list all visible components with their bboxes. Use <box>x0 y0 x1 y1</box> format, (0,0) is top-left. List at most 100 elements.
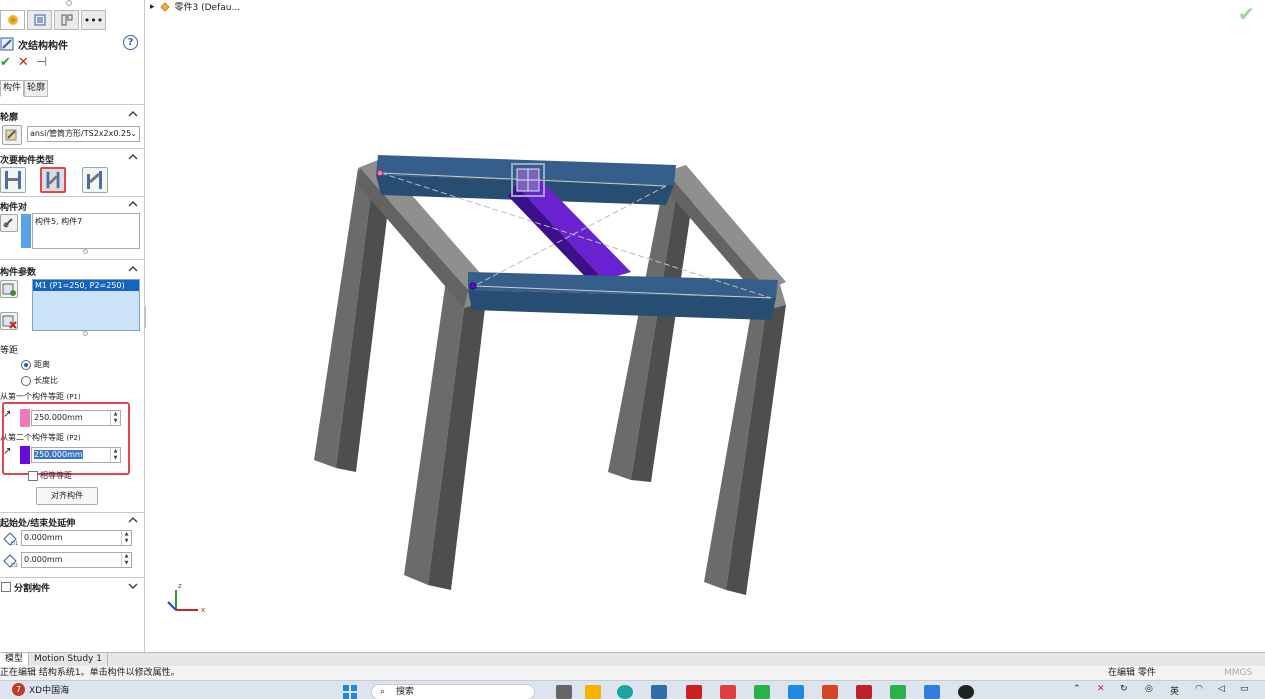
divider <box>0 196 144 197</box>
split-member-checkbox[interactable] <box>1 582 11 592</box>
p2-endpoint[interactable] <box>469 282 477 290</box>
store-icon[interactable] <box>651 685 667 699</box>
start-extend-input[interactable]: 0.000mm ▲ ▼ <box>21 530 132 546</box>
edge-browser-icon[interactable] <box>617 685 633 699</box>
profile-section-title: 轮廓 <box>0 113 19 123</box>
between-members-icon <box>5 171 21 189</box>
panel-resize-grip[interactable] <box>66 0 72 6</box>
leg-front-right[interactable] <box>704 278 786 595</box>
offset-highlight-box <box>2 402 130 475</box>
member-pair-list[interactable]: 构件5, 构件7 <box>32 213 140 249</box>
feature-manager-tab[interactable] <box>0 10 25 30</box>
profile-select[interactable]: ansi/管筒方形/TS2x2x0.25 ⌄ <box>27 126 140 142</box>
configuration-manager-tab[interactable] <box>54 10 79 30</box>
photos-icon[interactable] <box>924 685 940 699</box>
add-member-icon[interactable] <box>0 280 18 298</box>
taskbar-search-box[interactable]: ⌕ 搜索 <box>371 684 535 699</box>
point-member-icon <box>87 171 102 189</box>
status-bar: 正在编辑 结构系统1。单击构件以修改属性。 在编辑 零件 MMGS <box>0 666 1265 680</box>
p1-endpoint[interactable] <box>376 169 384 177</box>
spin-arrows-icon[interactable]: ▲ ▼ <box>121 553 131 567</box>
end-extend-d2-icon: D2 <box>3 554 18 569</box>
collapse-caret-icon[interactable] <box>128 109 138 119</box>
ok-check-icon[interactable]: ✔ <box>0 55 11 71</box>
taskbar-search-placeholder: 搜索 <box>396 687 415 697</box>
weather-badge: 7 <box>12 683 25 696</box>
align-members-button[interactable]: 对齐构件 <box>36 487 98 505</box>
extend-section-title: 起始处/结束处延伸 <box>0 519 76 529</box>
property-list-icon <box>34 14 45 26</box>
help-button[interactable]: ? <box>123 35 138 50</box>
between-members-type-button[interactable] <box>0 167 26 193</box>
3d-model[interactable]: z x <box>146 0 1265 652</box>
status-units[interactable]: MMGS <box>1224 666 1252 680</box>
collapse-caret-icon[interactable] <box>128 264 138 274</box>
member-params-selected-item[interactable]: M1 (P1=250, P2=250) <box>33 280 139 291</box>
member-select-icon[interactable] <box>0 214 18 232</box>
weather-text: XD中国海 <box>29 686 70 696</box>
offset-section-title: 等距 <box>0 346 19 356</box>
spin-arrows-icon[interactable]: ▲ ▼ <box>121 531 131 545</box>
tray-sync-icon[interactable]: ↻ <box>1120 684 1128 694</box>
svg-text:x: x <box>201 606 205 614</box>
equal-offset-checkbox[interactable] <box>28 471 38 481</box>
length-ratio-radio[interactable] <box>21 376 31 386</box>
list-resize-grip[interactable] <box>83 331 88 336</box>
collapse-caret-icon[interactable] <box>128 152 138 162</box>
tray-volume-icon[interactable]: ◁ <box>1218 684 1225 694</box>
app-blue-icon[interactable] <box>788 685 804 699</box>
property-manager-tab[interactable] <box>27 10 52 30</box>
end-extend-value: 0.000mm <box>24 555 63 564</box>
distance-radio[interactable] <box>21 360 31 370</box>
tab-model[interactable]: 模型 <box>0 653 30 667</box>
leg-back-right[interactable] <box>608 165 694 482</box>
panel-subtabs: 构件 轮廓 <box>0 80 49 97</box>
tray-input-language[interactable]: 英 <box>1170 684 1179 697</box>
wps-icon[interactable] <box>720 685 736 699</box>
expand-caret-icon[interactable] <box>128 581 138 591</box>
member-params-list[interactable]: M1 (P1=250, P2=250) <box>32 279 140 331</box>
p1-label-tag: (P1) <box>66 393 81 401</box>
member-params-section-title: 构件参数 <box>0 268 37 278</box>
list-resize-grip[interactable] <box>83 249 88 254</box>
solidworks-icon[interactable] <box>856 685 872 699</box>
end-extend-input[interactable]: 0.000mm ▲ ▼ <box>21 552 132 568</box>
graphics-viewport[interactable]: ▸ 零件3 (Defau... ✔ z x <box>146 0 1265 652</box>
profile-section-marker[interactable] <box>511 163 545 197</box>
collapse-caret-icon[interactable] <box>128 515 138 525</box>
app-green-icon[interactable] <box>890 685 906 699</box>
divider <box>0 148 144 149</box>
tray-wps-icon[interactable]: ✕ <box>1097 684 1105 694</box>
configuration-icon <box>61 14 72 26</box>
collapse-caret-icon[interactable] <box>128 199 138 209</box>
tab-profile[interactable]: 轮廓 <box>24 80 49 97</box>
start-extend-value: 0.000mm <box>24 533 63 542</box>
offset-member-type-button[interactable] <box>40 167 66 193</box>
file-explorer-icon[interactable] <box>585 685 601 699</box>
tab-members[interactable]: 构件 <box>0 80 25 97</box>
tray-expand-icon[interactable]: ⌃ <box>1073 684 1081 694</box>
recorder-icon[interactable] <box>958 685 974 699</box>
weather-widget[interactable]: 7 XD中国海 <box>12 683 69 696</box>
divider <box>0 104 144 105</box>
tab-motion-study[interactable]: Motion Study 1 <box>29 653 108 667</box>
wechat-icon[interactable] <box>754 685 770 699</box>
search-icon: ⌕ <box>380 687 386 697</box>
cancel-x-icon[interactable]: ✕ <box>18 55 29 71</box>
tray-wifi-icon[interactable]: ◠ <box>1195 684 1203 694</box>
profile-library-icon[interactable] <box>2 125 22 145</box>
delete-member-icon[interactable] <box>0 312 18 330</box>
manager-tabbar: ••• <box>0 10 108 32</box>
profile-select-value: ansi/管筒方形/TS2x2x0.25 <box>30 129 132 138</box>
pushpin-icon[interactable]: ⊣ <box>36 55 47 71</box>
app-red-icon[interactable] <box>686 685 702 699</box>
axis-triad-icon: z x <box>167 582 205 614</box>
more-tabs-button[interactable]: ••• <box>81 10 106 30</box>
leg-front-left[interactable] <box>404 272 486 590</box>
tray-app-icon[interactable]: ◎ <box>1145 684 1153 694</box>
tray-battery-icon[interactable]: ▭ <box>1240 684 1249 694</box>
point-member-type-button[interactable] <box>82 167 108 193</box>
task-view-icon[interactable] <box>556 685 572 699</box>
windows-start-icon[interactable] <box>343 685 357 699</box>
powerpoint-icon[interactable] <box>822 685 838 699</box>
